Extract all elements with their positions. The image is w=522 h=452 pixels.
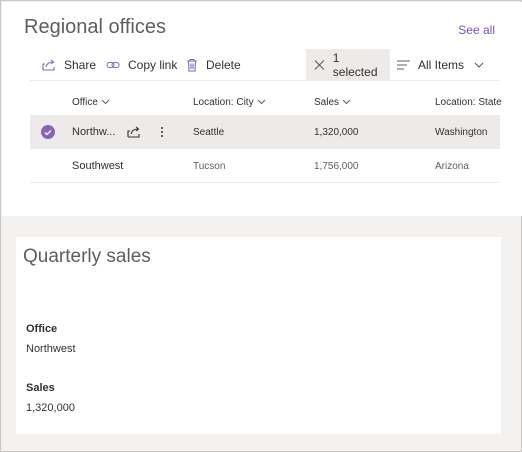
column-header-label: Location: State: [435, 96, 502, 108]
share-icon: [42, 59, 55, 71]
cell-city: Seattle: [193, 126, 225, 138]
view-label: All Items: [418, 58, 465, 72]
checkmark-icon: [44, 129, 52, 135]
chevron-down-icon: [342, 99, 351, 105]
form-webpart: Quarterly sales Office Northwest Sales 1…: [16, 237, 501, 434]
cell-sales: 1,756,000: [314, 160, 359, 172]
cell-state: Arizona: [435, 160, 469, 172]
copy-link-label: Copy link: [128, 58, 178, 72]
table-row[interactable]: Southwest Tucson 1,756,000 Arizona: [30, 149, 500, 183]
list-header: Office Location: City Sales Location: St…: [30, 88, 502, 116]
list-webpart: Regional offices See all Share Copy link: [2, 2, 522, 216]
delete-button[interactable]: Delete: [186, 49, 241, 81]
share-label: Share: [64, 58, 97, 72]
chevron-down-icon: [257, 99, 265, 105]
view-selector[interactable]: All Items: [397, 49, 484, 81]
link-icon: [106, 61, 120, 69]
column-header-office[interactable]: Office: [72, 88, 110, 116]
field-value-sales: 1,320,000: [26, 402, 75, 414]
column-header-sales[interactable]: Sales: [314, 88, 351, 116]
field-label-office: Office: [26, 323, 58, 335]
row-more-button[interactable]: [160, 125, 164, 139]
share-icon: [127, 126, 140, 138]
share-button[interactable]: Share: [42, 49, 96, 81]
field-value-office: Northwest: [26, 343, 76, 355]
cell-sales: 1,320,000: [314, 126, 359, 138]
trash-icon: [187, 58, 197, 72]
column-header-label: Sales: [314, 96, 340, 108]
copy-link-button[interactable]: Copy link: [106, 49, 177, 81]
cell-city: Tucson: [193, 160, 226, 172]
more-vertical-icon: [161, 127, 163, 137]
column-header-city[interactable]: Location: City: [193, 88, 266, 116]
cell-office[interactable]: Northw...: [72, 115, 115, 149]
list-title: Regional offices: [24, 16, 166, 38]
command-bar: Share Copy link Delete 1 selected All It…: [30, 49, 500, 81]
field-label-sales: Sales: [26, 382, 55, 394]
page-frame: Regional offices See all Share Copy link: [0, 0, 522, 452]
see-all-link[interactable]: See all: [458, 23, 495, 37]
cell-state: Washington: [435, 126, 488, 138]
delete-label: Delete: [206, 58, 241, 72]
view-lines-icon: [397, 60, 410, 70]
column-header-state[interactable]: Location: State: [435, 88, 502, 116]
row-share-button[interactable]: [127, 125, 141, 139]
row-select-checkbox[interactable]: [41, 125, 55, 139]
close-icon: [314, 60, 325, 70]
clear-selection-button[interactable]: 1 selected: [306, 49, 390, 81]
selected-count: 1 selected: [332, 51, 378, 79]
cell-office[interactable]: Southwest: [72, 149, 123, 183]
chevron-down-icon: [474, 62, 484, 68]
column-header-label: Location: City: [193, 96, 254, 108]
column-header-label: Office: [72, 96, 98, 108]
form-title: Quarterly sales: [23, 246, 151, 267]
chevron-down-icon: [101, 99, 110, 105]
table-row[interactable]: Northw... Seattle 1,320,000 Washington: [30, 115, 500, 149]
